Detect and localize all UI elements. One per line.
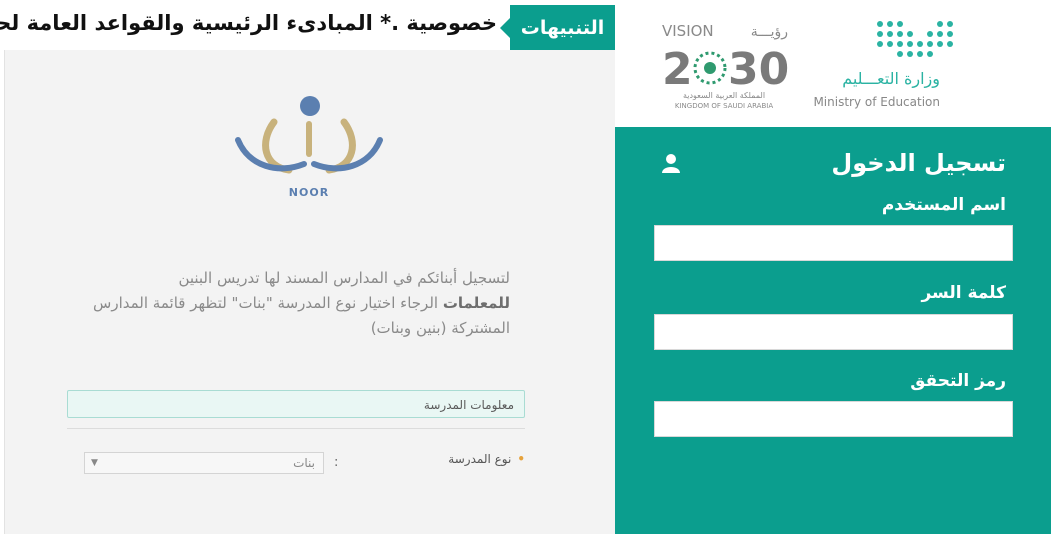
school-type-label-text: نوع المدرسة — [448, 452, 512, 466]
notice-line-2: للمعلمات الرجاء اختيار نوع المدرسة "بنات… — [60, 291, 510, 316]
username-input[interactable] — [654, 225, 1013, 261]
notice-bold-word: للمعلمات — [442, 294, 510, 312]
login-panel: تسجيل الدخول اسم المستخدم كلمة السر رمز … — [615, 127, 1051, 534]
noor-logo: NOOR — [235, 96, 383, 199]
registration-notice: لتسجيل أبنائكم في المدارس المسند لها تدر… — [60, 266, 510, 341]
logo-dot-icon — [300, 96, 320, 116]
school-type-label: • نوع المدرسة — [420, 452, 525, 466]
vision-kingdom-en: KINGDOM OF SAUDI ARABIA — [675, 102, 773, 110]
ministry-name-ar: وزارة التعـــليم — [842, 69, 940, 89]
user-icon — [662, 154, 680, 173]
ministry-logo: وزارة التعـــليم Ministry of Education — [813, 21, 953, 109]
captcha-label: رمز التحقق — [910, 371, 1006, 391]
school-type-select[interactable]: بنات ▼ — [84, 452, 324, 474]
chevron-down-icon[interactable]: ▼ — [91, 453, 98, 473]
captcha-input[interactable] — [654, 401, 1013, 437]
alerts-tab[interactable]: التنبيهات — [500, 5, 615, 50]
logo-text: NOOR — [289, 186, 329, 199]
vision-kingdom-ar: المملكة العربية السعودية — [683, 91, 765, 100]
login-title: تسجيل الدخول — [831, 149, 1006, 177]
ticker-text[interactable]: خصوصية .* المبادىء الرئيسية والقواعد الع… — [0, 11, 497, 35]
school-info-header: معلومات المدرسة — [67, 390, 525, 418]
ministry-dots-icon — [877, 21, 953, 57]
notice-line-1: لتسجيل أبنائكم في المدارس المسند لها تدر… — [178, 269, 510, 287]
vision-year-left: 2 — [662, 44, 693, 95]
notice-line-2-rest: الرجاء اختيار نوع المدرسة "بنات" لتظهر ق… — [93, 294, 443, 312]
field-colon: : — [334, 455, 339, 470]
username-label: اسم المستخدم — [881, 195, 1006, 215]
required-marker-icon: • — [517, 452, 525, 466]
vision-year-right: 30 — [728, 44, 789, 95]
divider — [67, 428, 525, 429]
ministry-name-en: Ministry of Education — [813, 95, 940, 109]
vision-2030-logo: VISION رؤيـــة 2 30 المملكة العربية السع… — [662, 22, 789, 110]
password-input[interactable] — [654, 314, 1013, 350]
password-label: كلمة السر — [921, 283, 1006, 303]
vision-arabic: رؤيـــة — [751, 24, 788, 40]
vision-label: VISION — [662, 22, 714, 40]
notice-line-3: المشتركة (بنين وبنات) — [370, 319, 510, 337]
school-type-value: بنات — [293, 456, 315, 470]
